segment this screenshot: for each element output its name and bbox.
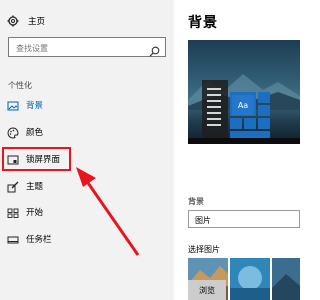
sidebar-item-label: 颜色 [26,128,44,138]
tiles-preview: Aa [230,92,278,144]
sample-tile-text: Aa [232,95,254,115]
page-title: 背景 [188,15,218,31]
background-settings-pane: 背景 Aa 背景 图片 选择图片 浏览 [174,0,300,300]
sidebar-item-label: 背景 [26,101,44,111]
home-link[interactable]: 主页 [7,13,45,29]
taskbar-icon [7,234,19,246]
sidebar-item-label: 任务栏 [26,235,52,245]
brush-icon [7,181,19,193]
background-type-value: 图片 [195,216,211,225]
desktop-preview: Aa [188,40,300,144]
search-input[interactable]: 查找设置 [8,37,166,57]
search-placeholder: 查找设置 [16,44,48,53]
sidebar-item-label: 开始 [26,208,44,218]
start-menu-preview [202,80,228,144]
sidebar-item-start[interactable]: 开始 [0,204,174,222]
search-icon [149,42,160,57]
highlight-box [2,147,71,171]
sidebar-item-taskbar[interactable]: 任务栏 [0,231,174,249]
sidebar-item-themes[interactable]: 主题 [0,178,174,196]
picture-thumbnail[interactable] [230,258,270,300]
personalization-group-label: 个性化 [8,81,32,90]
taskbar-preview [188,138,300,144]
browse-button[interactable]: 浏览 [188,280,226,300]
picture-icon [7,100,19,112]
palette-icon [7,127,19,139]
choose-picture-label: 选择图片 [188,245,220,254]
background-type-select[interactable]: 图片 [188,210,300,228]
sidebar-item-background[interactable]: 背景 [0,97,174,115]
home-label: 主页 [28,17,46,27]
start-grid-icon [7,207,19,219]
sidebar-item-colors[interactable]: 颜色 [0,124,174,142]
background-type-label: 背景 [188,197,204,206]
sidebar-item-label: 主题 [26,182,44,192]
gear-icon [7,15,19,27]
picture-thumbnail[interactable] [272,258,300,300]
